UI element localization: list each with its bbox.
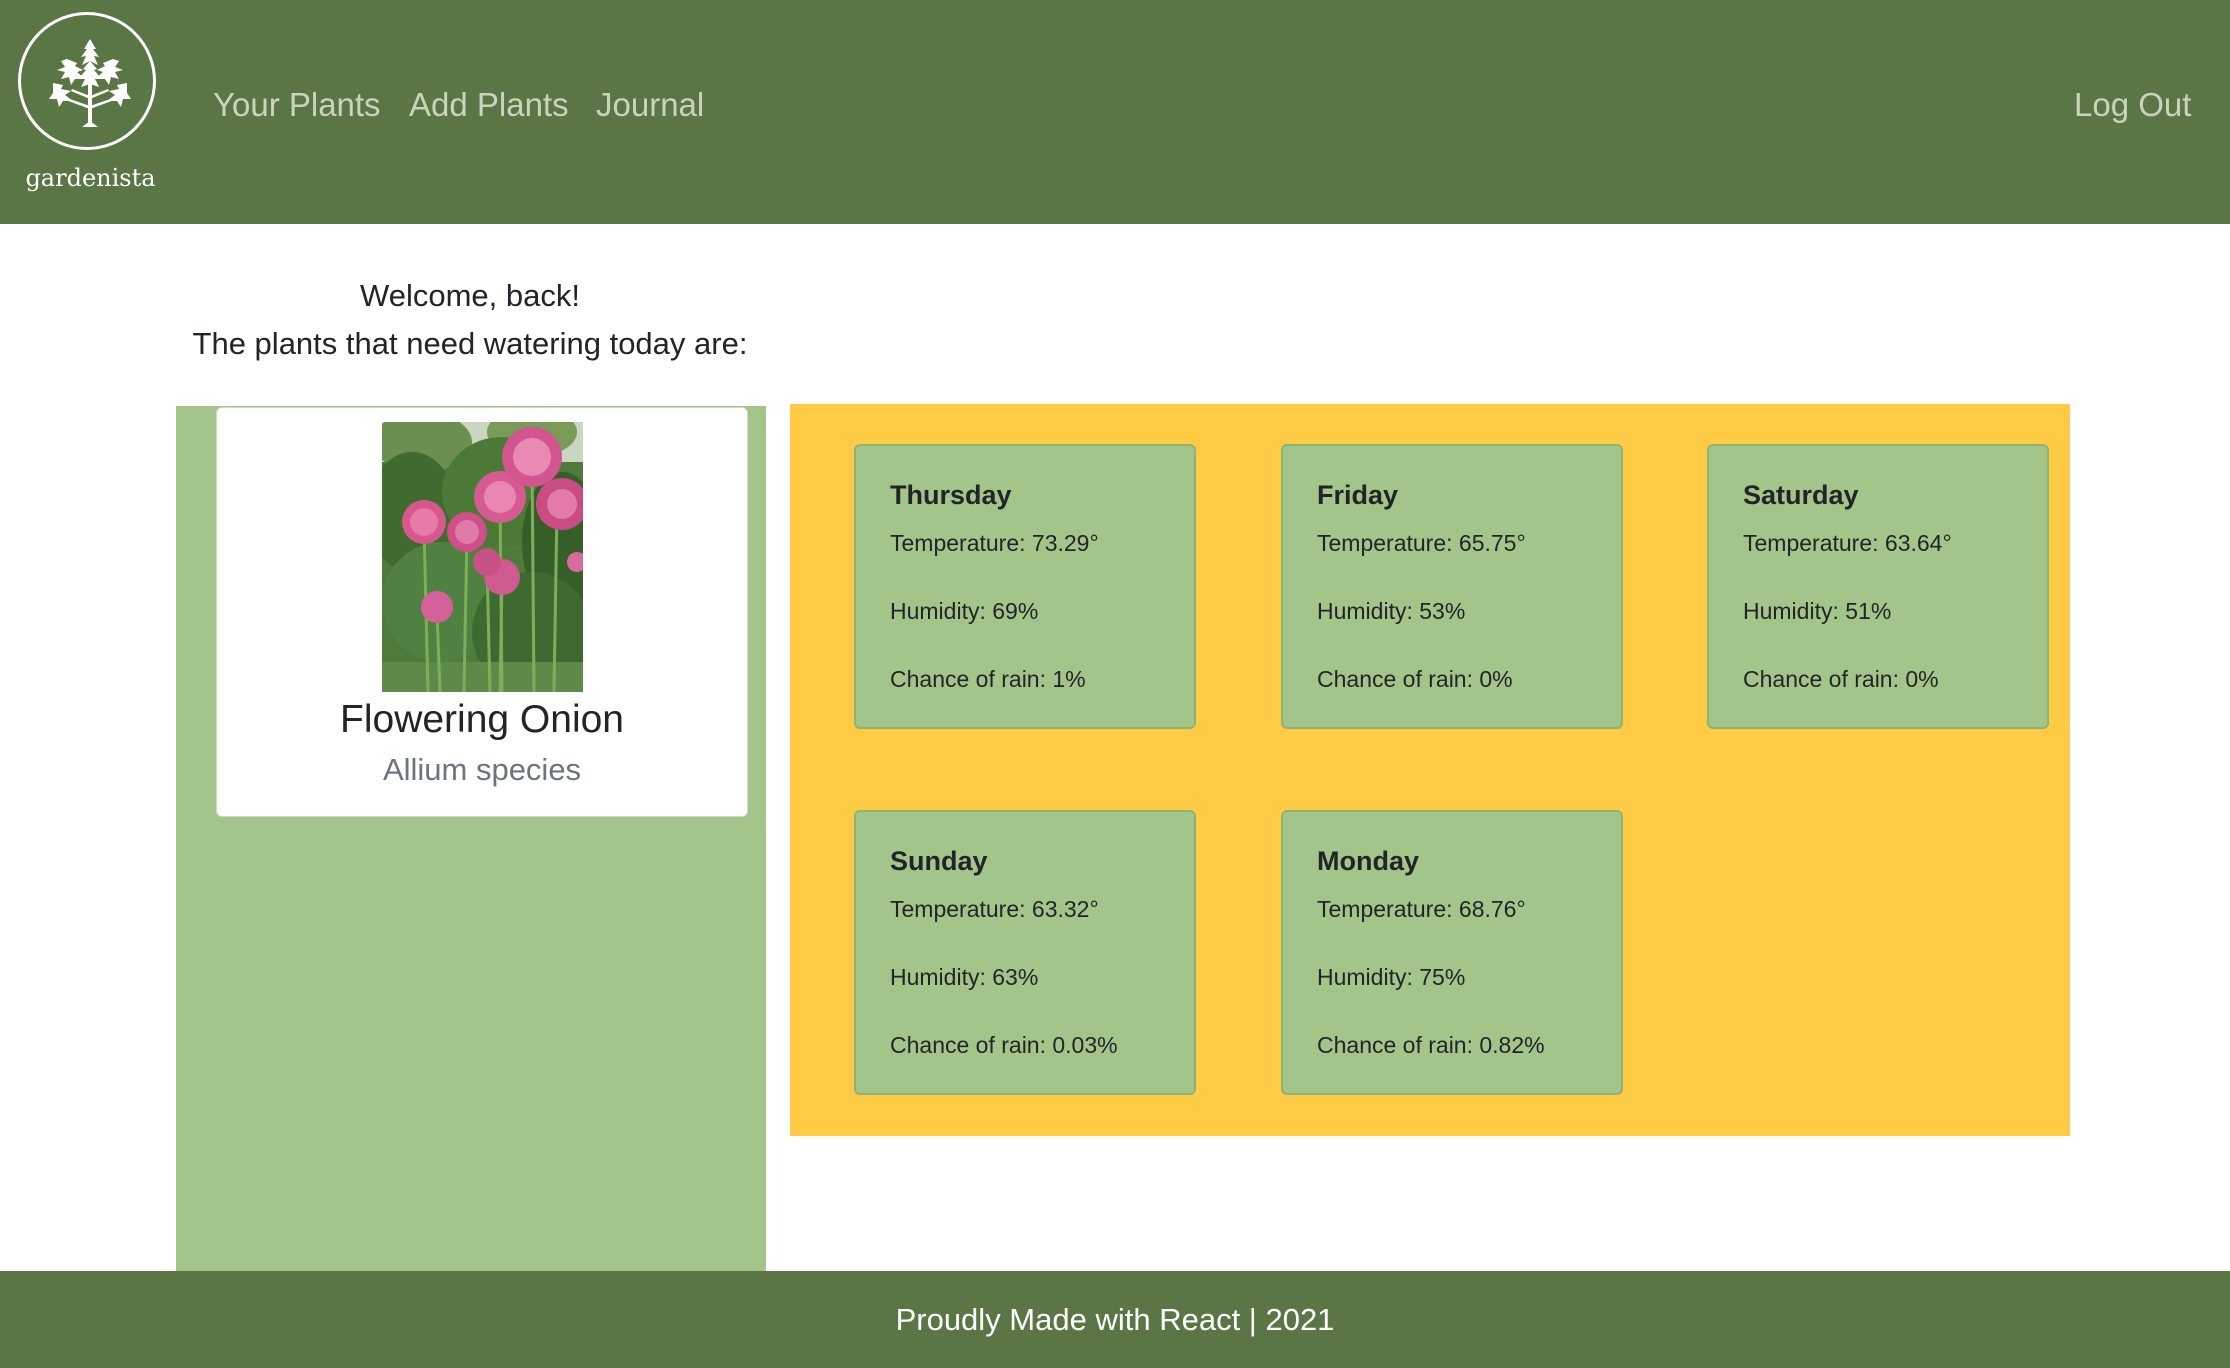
forecast-rain-chance: Chance of rain: 0% <box>1743 666 1939 692</box>
forecast-day: Thursday <box>890 480 1012 510</box>
forecast-day: Sunday <box>890 846 988 876</box>
welcome-greeting: Welcome, back! <box>360 278 580 313</box>
tree-icon <box>49 39 131 127</box>
forecast-humidity: Humidity: 63% <box>890 964 1039 990</box>
nav-your-plants[interactable]: Your Plants <box>213 82 381 128</box>
forecast-card: Sunday Temperature: 63.32° Humidity: 63%… <box>854 810 1196 1095</box>
plant-name: Flowering Onion <box>340 698 624 741</box>
forecast-day: Friday <box>1317 480 1399 510</box>
forecast-rain-chance: Chance of rain: 0.82% <box>1317 1032 1545 1058</box>
forecast-day: Monday <box>1317 846 1420 876</box>
nav-log-out[interactable]: Log Out <box>2074 82 2191 128</box>
forecast-card: Saturday Temperature: 63.64° Humidity: 5… <box>1707 444 2049 729</box>
gardenista-logo[interactable]: gardenista <box>14 10 167 200</box>
plant-photo <box>382 422 583 692</box>
forecast-temperature: Temperature: 63.32° <box>890 896 1099 922</box>
site-header: gardenista Your Plants Add Plants Journa… <box>0 0 2230 224</box>
site-footer: Proudly Made with React | 2021 <box>0 1271 2230 1368</box>
forecast-temperature: Temperature: 68.76° <box>1317 896 1526 922</box>
weather-forecast-panel: Thursday Temperature: 73.29° Humidity: 6… <box>790 404 2070 1136</box>
plant-card[interactable]: Flowering Onion Allium species <box>216 407 748 817</box>
watering-plants-column: Flowering Onion Allium species <box>176 406 766 1272</box>
forecast-temperature: Temperature: 73.29° <box>890 530 1099 556</box>
logo-text: gardenista <box>25 164 156 192</box>
forecast-humidity: Humidity: 69% <box>890 598 1039 624</box>
forecast-card: Friday Temperature: 65.75° Humidity: 53%… <box>1281 444 1623 729</box>
nav-add-plants[interactable]: Add Plants <box>409 82 569 128</box>
forecast-card: Monday Temperature: 68.76° Humidity: 75%… <box>1281 810 1623 1095</box>
footer-text: Proudly Made with React | 2021 <box>895 1302 1335 1337</box>
welcome-message: Welcome, back! The plants that need wate… <box>170 272 770 368</box>
nav-journal[interactable]: Journal <box>596 82 704 128</box>
forecast-humidity: Humidity: 51% <box>1743 598 1892 624</box>
forecast-card: Thursday Temperature: 73.29° Humidity: 6… <box>854 444 1196 729</box>
welcome-subtitle: The plants that need watering today are: <box>192 326 748 361</box>
forecast-temperature: Temperature: 65.75° <box>1317 530 1526 556</box>
forecast-humidity: Humidity: 75% <box>1317 964 1466 990</box>
forecast-rain-chance: Chance of rain: 0.03% <box>890 1032 1118 1058</box>
forecast-day: Saturday <box>1743 480 1859 510</box>
forecast-temperature: Temperature: 63.64° <box>1743 530 1952 556</box>
forecast-humidity: Humidity: 53% <box>1317 598 1466 624</box>
forecast-rain-chance: Chance of rain: 0% <box>1317 666 1513 692</box>
logo-circle <box>18 12 156 150</box>
forecast-rain-chance: Chance of rain: 1% <box>890 666 1086 692</box>
plant-species: Allium species <box>382 752 582 787</box>
